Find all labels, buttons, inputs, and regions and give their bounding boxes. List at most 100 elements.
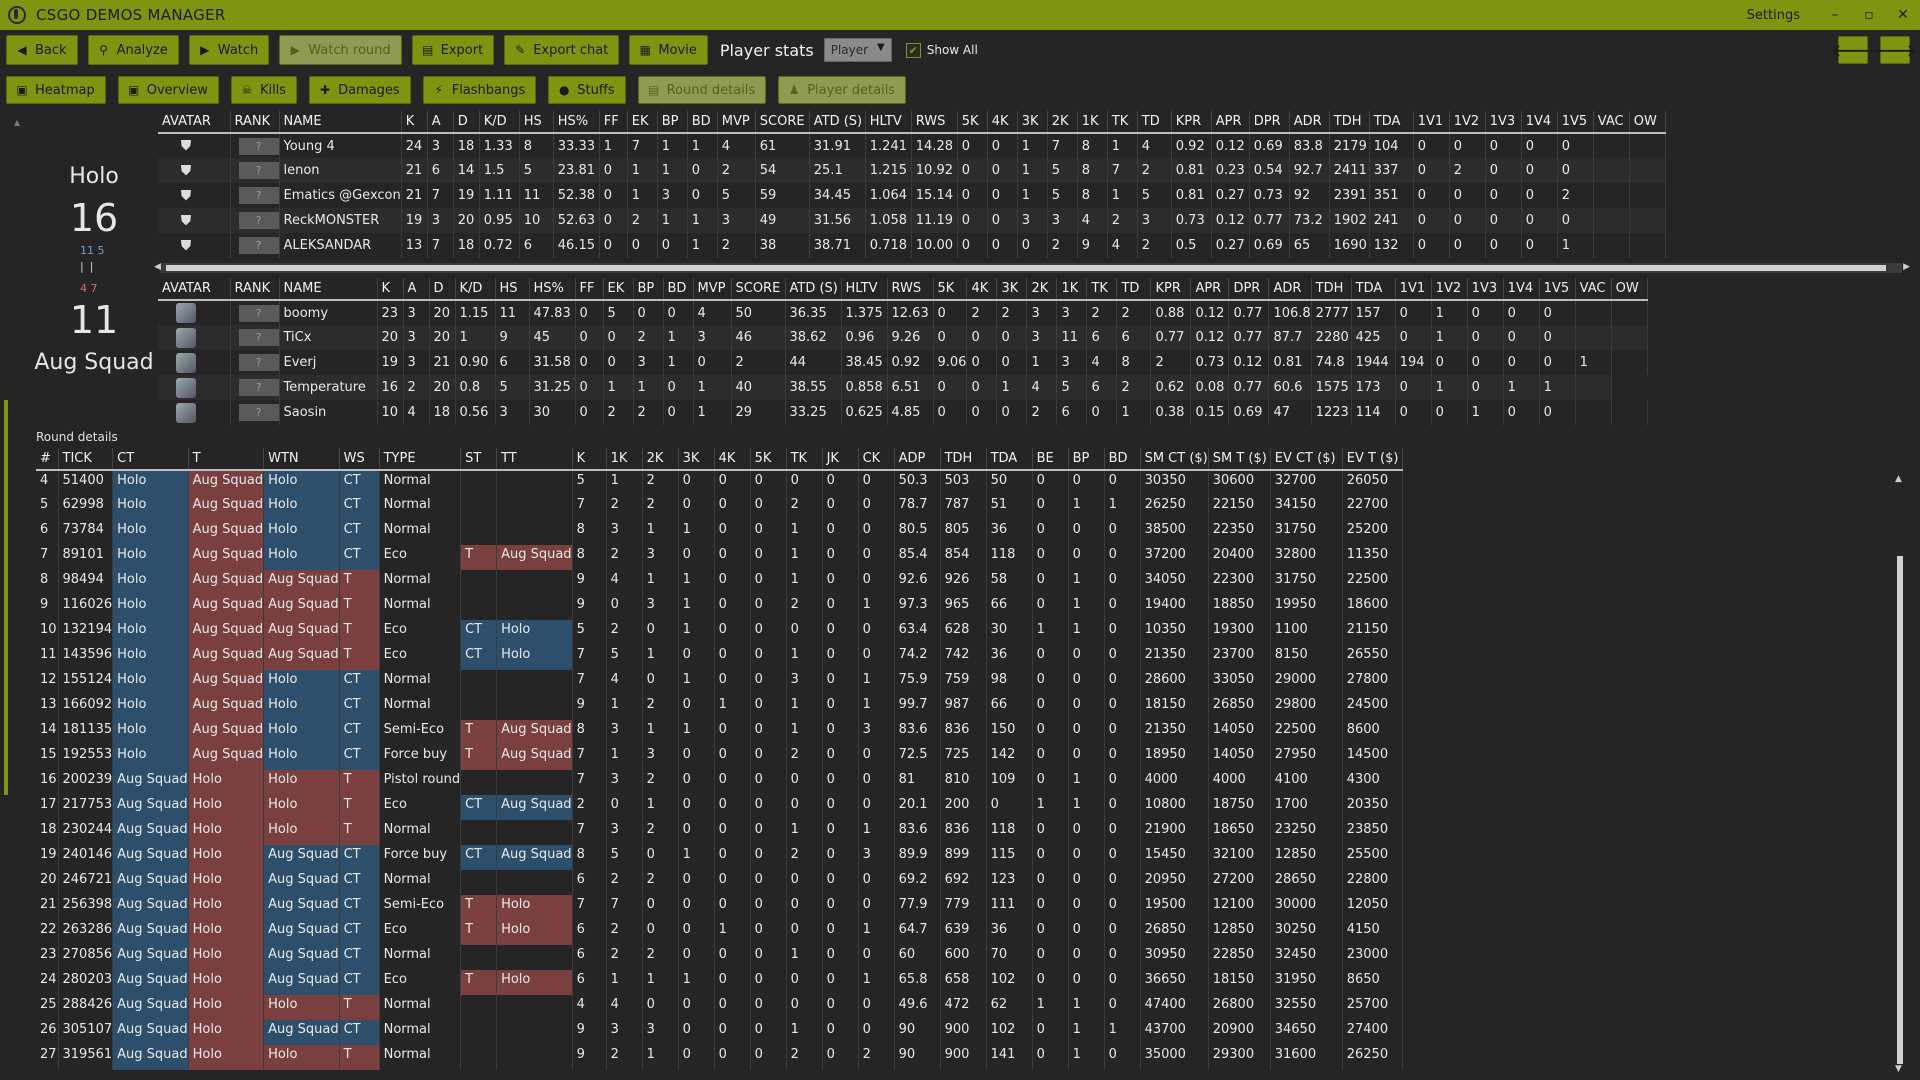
round-row[interactable]: 15 192553 Holo Aug Squad Holo CT Force buy T Aug… (36, 745, 1403, 770)
column-header[interactable]: ATD (S) (785, 278, 842, 301)
back-button[interactable]: ◀ Back (6, 35, 78, 65)
player-row[interactable]: ? Everj 19 3 21 0.90 6 31.58 0 0 3 1 0 2 44 38.45 0.92 9.… (158, 350, 1648, 375)
column-header[interactable]: TD (1137, 111, 1172, 134)
column-header[interactable]: 1V1 (1413, 111, 1450, 134)
round-row[interactable]: 10 132194 Holo Aug Squad Aug Squad T Eco CT Holo… (36, 620, 1403, 645)
column-header[interactable]: RANK (230, 278, 280, 301)
column-header[interactable]: FF (599, 111, 628, 134)
column-header[interactable]: K/D (479, 111, 520, 134)
round-row[interactable]: 12 155124 Holo Aug Squad Holo CT Normal 7 4 0 1 0 0 3… (36, 670, 1403, 695)
player-select[interactable]: Player ▼ (823, 38, 892, 62)
column-header[interactable]: 2K (1026, 278, 1058, 301)
round-row[interactable]: 9 116026 Holo Aug Squad Aug Squad T Normal 9 0 3 1… (36, 595, 1403, 620)
column-header[interactable]: 1K (1056, 278, 1088, 301)
scroll-right-icon[interactable]: ▶ (1903, 262, 1910, 272)
column-header[interactable]: K (401, 111, 428, 134)
column-header[interactable]: WS (339, 448, 380, 471)
tab-damages[interactable]: ✚ Damages (309, 76, 411, 104)
settings-link[interactable]: Settings (1747, 8, 1800, 23)
player-row[interactable]: ? Saosin 10 4 18 0.56 3 30 0 2 2 0 1 29 33.25 0.625 4.85… (158, 400, 1648, 425)
player-row[interactable]: ⛊? Young 4 24 3 18 1.33 8 33.33 1 7 1 1 4 61 31.91 1.24… (158, 133, 1666, 158)
column-header[interactable]: 3K (1017, 111, 1048, 134)
column-header[interactable]: EV T ($) (1342, 448, 1403, 471)
column-header[interactable]: APR (1211, 111, 1250, 134)
column-header[interactable]: APR (1190, 278, 1230, 301)
column-header[interactable]: 5K (933, 278, 968, 301)
column-header[interactable]: 5K (750, 448, 787, 471)
export-chat-button[interactable]: ✎ Export chat (504, 35, 620, 65)
column-header[interactable]: RWS (911, 111, 958, 134)
column-header[interactable]: K (377, 278, 404, 301)
round-row[interactable]: 8 98494 Holo Aug Squad Aug Squad T Normal 9 4 1 1 0… (36, 570, 1403, 595)
column-header[interactable]: 1V3 (1467, 278, 1504, 301)
column-header[interactable]: BE (1032, 448, 1069, 471)
column-header[interactable]: 1V3 (1485, 111, 1522, 134)
column-header[interactable]: 3K (678, 448, 715, 471)
player-row[interactable]: ? TiCx 20 3 20 1 9 45 0 0 2 1 3 46 38.62 0.96 9.26 0 0 0 3 11… (158, 325, 1648, 350)
scroll-down-icon[interactable]: ▼ (1895, 1064, 1902, 1074)
column-header[interactable]: TDA (1351, 278, 1396, 301)
round-row[interactable]: 26 305107 Aug Squad Holo Aug Squad CT Normal 9 3… (36, 1020, 1403, 1045)
column-header[interactable]: # (36, 448, 59, 471)
column-header[interactable]: 4K (987, 111, 1018, 134)
column-header[interactable]: NAME (279, 278, 378, 301)
round-row[interactable]: 21 256398 Aug Squad Holo Aug Squad CT Semi-Eco… (36, 895, 1403, 920)
player-row[interactable]: ⛊? ALEKSANDAR 13 7 18 0.72 6 46.15 0 0 0 1 2 38 38.71 0… (158, 233, 1666, 258)
round-row[interactable]: 17 217753 Aug Squad Holo Holo T Eco CT Aug Squad… (36, 795, 1403, 820)
column-header[interactable]: BD (663, 278, 694, 301)
round-row[interactable]: 7 89101 Holo Aug Squad Holo CT Eco T Aug Squad 8 2… (36, 545, 1403, 570)
column-header[interactable]: NAME (279, 111, 402, 134)
minimize-icon[interactable]: – (1818, 0, 1852, 30)
column-header[interactable]: TK (1086, 278, 1118, 301)
analyze-button[interactable]: ⚲ Analyze (87, 35, 179, 65)
column-header[interactable]: EK (603, 278, 634, 301)
round-row[interactable]: 5 62998 Holo Aug Squad Holo CT Normal 7 2 2 0 0 0 2 0 0… (36, 495, 1403, 520)
players-horizontal-scrollbar[interactable]: ◀ ▶ (154, 262, 1910, 273)
column-header[interactable]: 1K (1077, 111, 1108, 134)
column-header[interactable]: A (427, 111, 454, 134)
watch-button[interactable]: ▶ Watch (188, 35, 270, 65)
column-header[interactable]: ST (460, 448, 498, 471)
column-header[interactable]: 1V5 (1557, 111, 1594, 134)
column-header[interactable]: D (429, 278, 456, 301)
column-header[interactable]: HS% (529, 278, 576, 301)
column-header[interactable]: TDA (1369, 111, 1414, 134)
column-header[interactable]: T (188, 448, 265, 471)
column-header[interactable]: HLTV (865, 111, 912, 134)
column-header[interactable]: TDH (940, 448, 987, 471)
column-header[interactable]: 4K (966, 278, 998, 301)
column-header[interactable]: ATD (S) (809, 111, 866, 134)
scroll-left-icon[interactable]: ◀ (154, 262, 161, 272)
column-header[interactable]: OW (1611, 278, 1648, 301)
column-header[interactable]: WTN (263, 448, 340, 471)
column-header[interactable]: 2K (642, 448, 679, 471)
show-all-checkbox[interactable]: ✔ Show All (905, 42, 978, 58)
column-header[interactable]: MVP (717, 111, 756, 134)
column-header[interactable]: DPR (1249, 111, 1290, 134)
round-row[interactable]: 19 240146 Aug Squad Holo Aug Squad CT Force bu… (36, 845, 1403, 870)
column-header[interactable]: HLTV (841, 278, 888, 301)
column-header[interactable]: 1V2 (1431, 278, 1468, 301)
column-header[interactable]: 3K (996, 278, 1028, 301)
round-row[interactable]: 20 246721 Aug Squad Holo Aug Squad CT Normal 6 2… (36, 870, 1403, 895)
column-header[interactable]: TDH (1311, 278, 1352, 301)
tab-flashbangs[interactable]: ⚡ Flashbangs (422, 76, 537, 104)
column-header[interactable]: RWS (887, 278, 934, 301)
column-header[interactable]: KPR (1150, 278, 1192, 301)
scrollbar-thumb[interactable] (1897, 556, 1903, 1064)
column-header[interactable]: EK (627, 111, 658, 134)
column-header[interactable]: 1K (606, 448, 643, 471)
column-header[interactable]: TDA (986, 448, 1033, 471)
round-row[interactable]: 24 280203 Aug Squad Holo Aug Squad CT Eco T Holo… (36, 970, 1403, 995)
column-header[interactable]: TDH (1329, 111, 1370, 134)
column-header[interactable]: BD (687, 111, 718, 134)
player-row[interactable]: ? boomy 23 3 20 1.15 11 47.83 0 5 0 0 4 50 36.35 1.375 1… (158, 300, 1648, 325)
column-header[interactable]: JK (822, 448, 859, 471)
tab-overview[interactable]: ▣ Overview (117, 76, 219, 104)
player-row[interactable]: ? Temperature 16 2 20 0.8 5 31.25 0 1 1 0 1 40 38.55 0.… (158, 375, 1647, 400)
tab-round-details[interactable]: ▤ Round details (637, 76, 767, 104)
watch-round-button[interactable]: ▶ Watch round (279, 35, 402, 65)
column-header[interactable]: BD (1104, 448, 1141, 471)
movie-button[interactable]: ▦ Movie (629, 35, 708, 65)
column-header[interactable]: VAC (1575, 278, 1612, 301)
